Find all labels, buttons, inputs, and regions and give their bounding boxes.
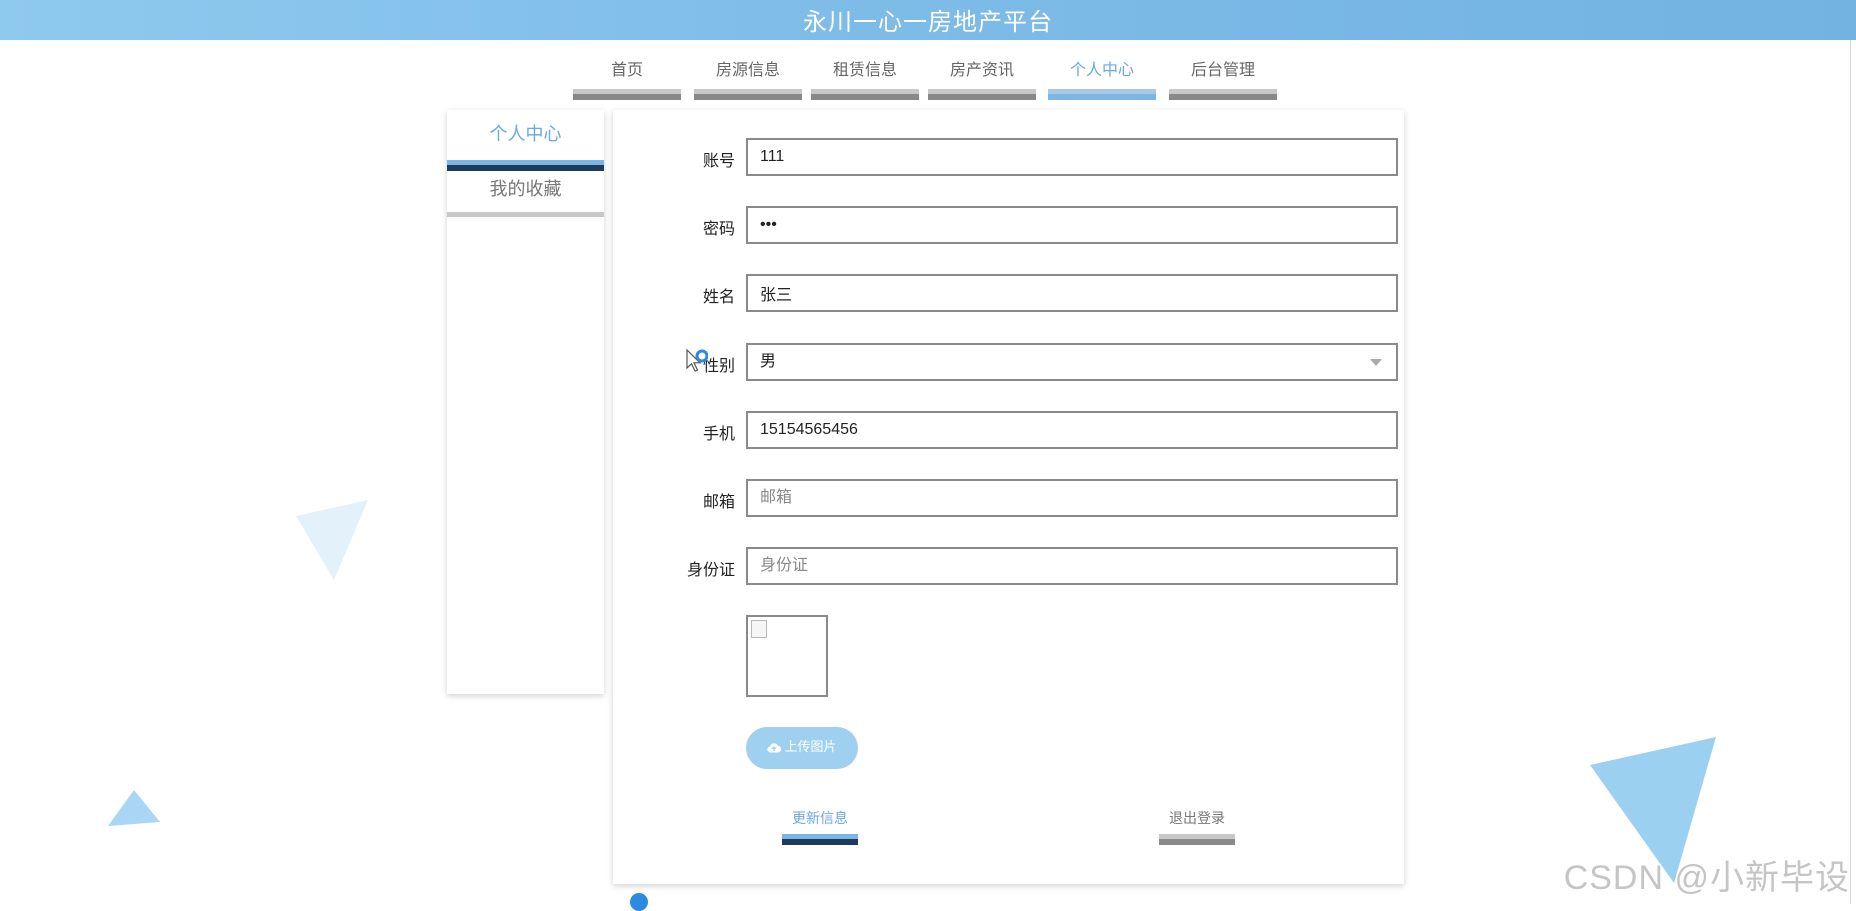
idcard-input[interactable] bbox=[746, 547, 1398, 585]
sidebar: 个人中心 我的收藏 bbox=[447, 110, 604, 694]
decorative-triangle bbox=[296, 500, 368, 580]
gender-selected-value: 男 bbox=[760, 353, 777, 370]
email-label: 邮箱 bbox=[702, 492, 735, 511]
nav-item-label: 首页 bbox=[610, 60, 643, 79]
name-input[interactable] bbox=[746, 274, 1398, 312]
name-label: 姓名 bbox=[702, 287, 735, 306]
app-title: 永川一心一房地产平台 bbox=[803, 8, 1053, 36]
form-row-idcard: 身份证 bbox=[613, 547, 1404, 587]
main-nav: 首页 房源信息 租赁信息 房产资讯 个人中心 后台管理 bbox=[0, 56, 1856, 102]
sidebar-item-personal-center[interactable]: 个人中心 bbox=[447, 120, 604, 172]
update-info-button[interactable]: 更新信息 bbox=[782, 808, 858, 845]
upload-image-button[interactable]: 上传图片 bbox=[746, 727, 858, 769]
nav-item-personal-center[interactable]: 个人中心 bbox=[1048, 56, 1156, 100]
nav-item-underline bbox=[573, 89, 681, 100]
form-row-email: 邮箱 bbox=[613, 479, 1404, 519]
nav-item-underline bbox=[928, 89, 1036, 100]
password-input[interactable] bbox=[746, 206, 1398, 244]
form-row-name: 姓名 bbox=[613, 274, 1404, 314]
nav-item-rentals[interactable]: 租赁信息 bbox=[811, 56, 919, 100]
gender-label: 性别 bbox=[702, 356, 735, 375]
nav-item-underline bbox=[1048, 89, 1156, 100]
cloud-upload-icon bbox=[767, 743, 782, 753]
indicator-dot bbox=[630, 893, 648, 911]
update-info-label: 更新信息 bbox=[792, 811, 848, 827]
sidebar-item-label: 个人中心 bbox=[489, 124, 562, 145]
form-row-account: 账号 bbox=[613, 138, 1404, 178]
nav-item-listings[interactable]: 房源信息 bbox=[694, 56, 802, 100]
nav-item-label: 租赁信息 bbox=[832, 60, 897, 79]
logout-button[interactable]: 退出登录 bbox=[1159, 808, 1235, 845]
nav-item-underline bbox=[811, 89, 919, 100]
nav-item-admin[interactable]: 后台管理 bbox=[1169, 56, 1277, 100]
decorative-triangle bbox=[108, 790, 160, 826]
avatar-preview bbox=[746, 615, 828, 697]
form-row-phone: 手机 bbox=[613, 411, 1404, 451]
nav-item-news[interactable]: 房产资讯 bbox=[928, 56, 1036, 100]
nav-item-label: 个人中心 bbox=[1069, 60, 1134, 79]
logout-label: 退出登录 bbox=[1169, 811, 1225, 827]
upload-image-label: 上传图片 bbox=[784, 740, 837, 755]
gender-select[interactable]: 男 bbox=[746, 343, 1398, 381]
sidebar-item-favorites[interactable]: 我的收藏 bbox=[447, 175, 604, 227]
update-info-underline bbox=[782, 834, 858, 845]
logout-underline bbox=[1159, 834, 1235, 845]
broken-image-icon bbox=[751, 620, 767, 638]
form-row-gender: 性别 男 bbox=[613, 343, 1404, 383]
idcard-label: 身份证 bbox=[686, 560, 735, 579]
scrollbar-track[interactable] bbox=[1850, 40, 1851, 904]
account-input[interactable] bbox=[746, 138, 1398, 176]
profile-form-panel: 账号 密码 姓名 性别 男 手机 邮箱 身份证 上传图片 bbox=[613, 110, 1404, 884]
nav-item-label: 房产资讯 bbox=[949, 60, 1014, 79]
nav-item-underline bbox=[694, 89, 802, 100]
nav-item-home[interactable]: 首页 bbox=[573, 56, 681, 100]
account-label: 账号 bbox=[702, 151, 735, 170]
phone-input[interactable] bbox=[746, 411, 1398, 449]
watermark-text: CSDN @小新毕设 bbox=[1563, 859, 1850, 897]
mouse-cursor-icon bbox=[686, 349, 708, 372]
nav-item-label: 房源信息 bbox=[715, 60, 780, 79]
email-input[interactable] bbox=[746, 479, 1398, 517]
phone-label: 手机 bbox=[702, 424, 735, 443]
password-label: 密码 bbox=[702, 219, 735, 238]
chevron-down-icon bbox=[1370, 359, 1382, 366]
sidebar-item-label: 我的收藏 bbox=[489, 179, 562, 200]
nav-item-label: 后台管理 bbox=[1190, 60, 1255, 79]
nav-item-underline bbox=[1169, 89, 1277, 100]
form-row-password: 密码 bbox=[613, 206, 1404, 246]
header-bar: 永川一心一房地产平台 bbox=[0, 0, 1856, 40]
